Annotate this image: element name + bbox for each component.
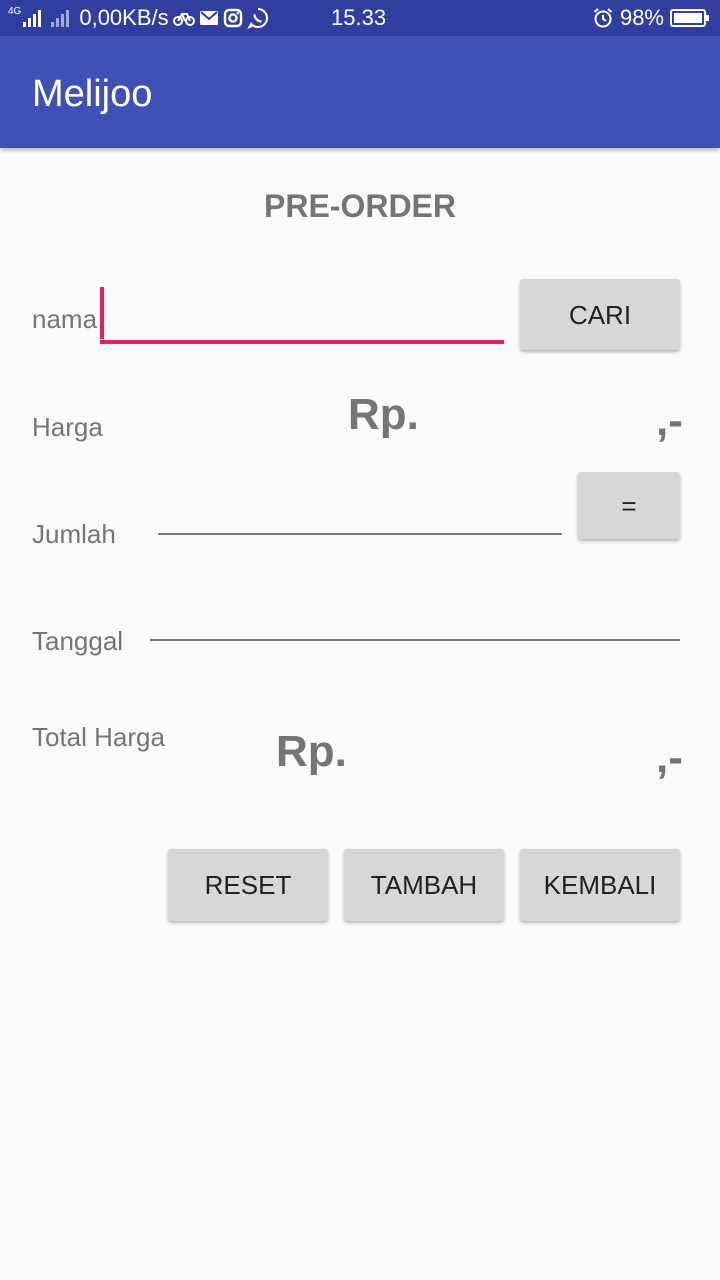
harga-currency: Rp. xyxy=(348,390,419,439)
jumlah-input[interactable] xyxy=(158,490,562,538)
status-bar: 4G 0,00KB/s 15.33 98% xyxy=(0,0,720,36)
jumlah-input-underline xyxy=(158,533,562,535)
nama-input[interactable] xyxy=(100,286,504,346)
whatsapp-icon xyxy=(246,8,268,29)
tanggal-input[interactable] xyxy=(150,596,680,644)
status-right: 98% xyxy=(592,0,710,36)
page-title: PRE-ORDER xyxy=(263,188,456,224)
tanggal-input-underline xyxy=(150,639,680,641)
jumlah-label: Jumlah xyxy=(32,519,116,549)
total-suffix: ,- xyxy=(656,733,683,782)
tanggal-label: Tanggal xyxy=(32,626,124,656)
total-currency: Rp. xyxy=(276,727,347,776)
cari-button[interactable]: CARI xyxy=(520,279,680,350)
signal-icon xyxy=(23,9,42,27)
nama-input-underline xyxy=(100,340,504,344)
network-type-label: 4G xyxy=(8,6,22,17)
battery-percent: 98% xyxy=(619,5,664,30)
kembali-button[interactable]: KEMBALI xyxy=(520,849,680,921)
total-harga-label: Total Harga xyxy=(32,722,165,752)
app-title: Melijoo xyxy=(32,73,153,115)
signal-icon xyxy=(51,9,70,27)
calculate-button[interactable]: = xyxy=(578,472,680,539)
status-left: 4G 0,00KB/s xyxy=(8,0,269,36)
harga-label: Harga xyxy=(32,412,103,442)
battery-icon xyxy=(670,9,709,27)
gmail-icon xyxy=(199,11,218,25)
app-bar: Melijoo xyxy=(0,36,720,148)
alarm-icon xyxy=(593,8,613,28)
network-speed: 0,00KB/s xyxy=(79,5,169,30)
instagram-icon xyxy=(223,8,242,28)
text-cursor xyxy=(100,287,104,339)
clock: 15.33 xyxy=(331,5,387,30)
bike-icon xyxy=(172,13,195,26)
harga-suffix: ,- xyxy=(656,396,683,445)
reset-button[interactable]: RESET xyxy=(168,849,328,921)
tambah-button[interactable]: TAMBAH xyxy=(344,849,504,921)
nama-label: nama xyxy=(32,304,98,334)
